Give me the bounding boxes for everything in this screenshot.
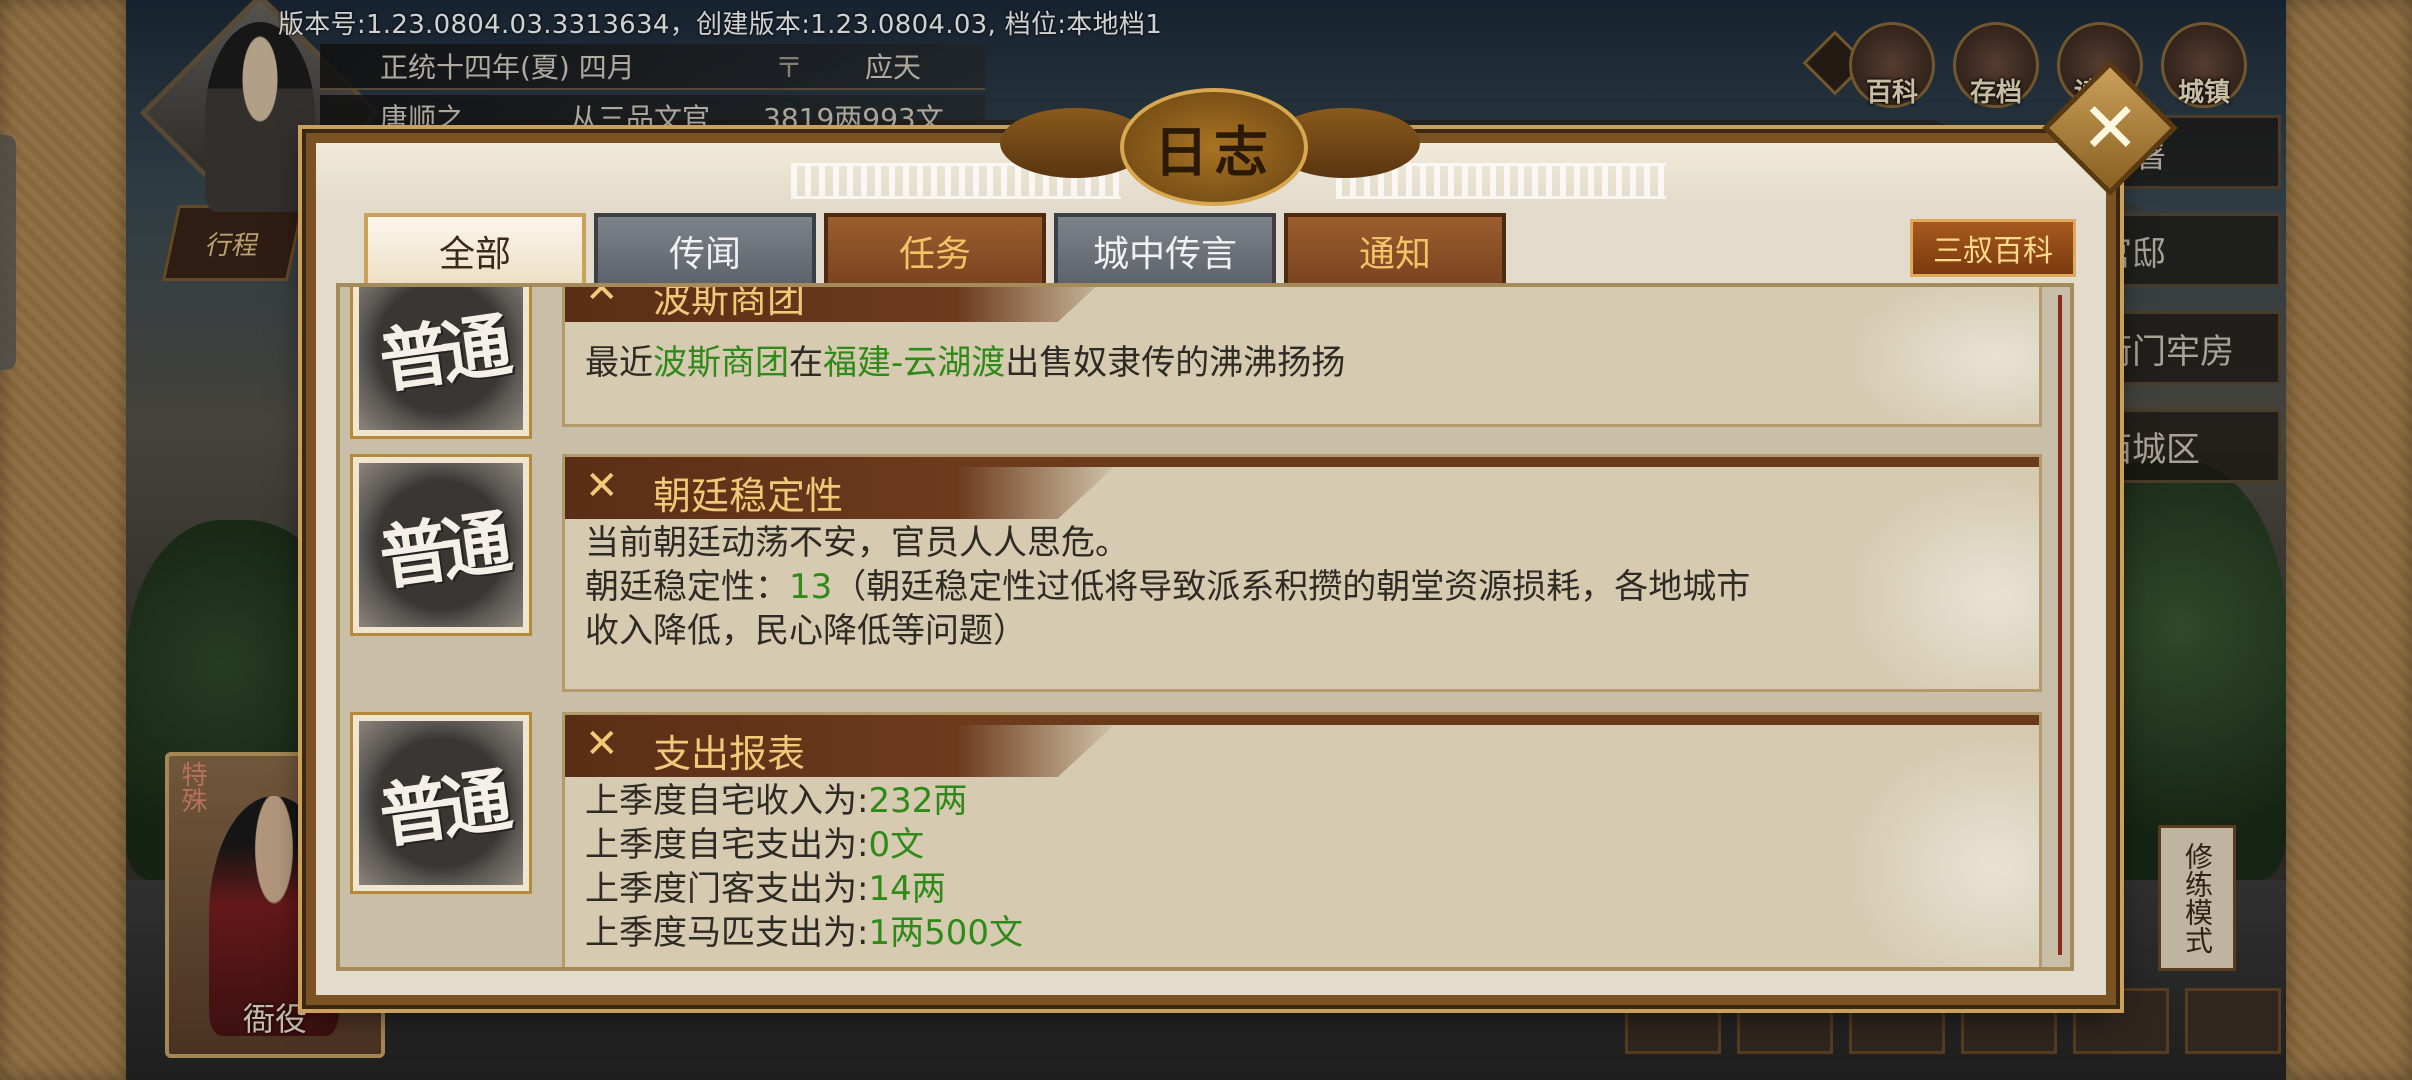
log-title-plaque: 日志 (1000, 88, 1420, 206)
normal-badge: 普通 (350, 712, 532, 894)
scrollbar[interactable] (2058, 295, 2062, 955)
log-dialog: 全部 传闻 任务 城中传言 通知 三叔百科 普通 ✕ 波斯商团 最近波斯商团在福… (306, 133, 2116, 1005)
log-tabs: 全部 传闻 任务 城中传言 通知 (364, 213, 1506, 285)
tab-city-rumors[interactable]: 城中传言 (1054, 213, 1276, 285)
ink-brush-icon: 普通 (359, 721, 523, 885)
crossed-swords-icon: ✕ (585, 463, 619, 509)
card-header-ribbon (565, 715, 1125, 777)
entry-body: 当前朝廷动荡不安，官员人人思危。 朝廷稳定性：13（朝廷稳定性过低将导致派系积攒… (585, 521, 1750, 653)
card-header-ribbon (565, 457, 1125, 519)
tab-all[interactable]: 全部 (364, 213, 586, 285)
entry-line: 最近波斯商团在福建-云湖渡出售奴隶传的沸沸扬扬 (585, 343, 1346, 383)
entry-line: 朝廷稳定性：13（朝廷稳定性过低将导致派系积攒的朝堂资源损耗，各地城市 (585, 567, 1751, 607)
log-entry-card: ✕ 朝廷稳定性 当前朝廷动荡不安，官员人人思危。 朝廷稳定性：13（朝廷稳定性过… (562, 454, 2042, 692)
entry-title: 波斯商团 (653, 283, 806, 321)
ink-brush-icon: 普通 (359, 287, 523, 430)
ink-brush-icon: 普通 (359, 463, 523, 627)
uncle-encyclopedia-button[interactable]: 三叔百科 (1910, 219, 2076, 277)
entry-body: 上季度自宅收入为:232两 上季度自宅支出为:0文 上季度门客支出为:14两 上… (585, 779, 1023, 955)
log-title: 日志 (1154, 119, 1274, 184)
tab-notices[interactable]: 通知 (1284, 213, 1506, 285)
normal-badge: 普通 (350, 454, 532, 636)
tab-quests[interactable]: 任务 (824, 213, 1046, 285)
entry-line: 收入降低，民心降低等问题） (585, 611, 1027, 651)
crossed-swords-icon: ✕ (585, 721, 619, 767)
card-header-ribbon (565, 287, 1125, 322)
close-icon: ✕ (2080, 87, 2140, 169)
log-entry-card: ✕ 波斯商团 最近波斯商团在福建-云湖渡出售奴隶传的沸沸扬扬 (562, 283, 2042, 427)
plaque-center: 日志 (1120, 88, 1308, 206)
normal-badge: 普通 (350, 287, 532, 439)
tab-rumors[interactable]: 传闻 (594, 213, 816, 285)
entry-title: 朝廷稳定性 (653, 474, 844, 518)
log-entry-card: ✕ 支出报表 上季度自宅收入为:232两 上季度自宅支出为:0文 上季度门客支出… (562, 712, 2042, 967)
crossed-swords-icon: ✕ (585, 283, 619, 312)
entry-body: 最近波斯商团在福建-云湖渡出售奴隶传的沸沸扬扬 (585, 341, 1345, 385)
entry-line: 上季度自宅支出为:0文 (585, 825, 925, 865)
entry-title: 支出报表 (653, 732, 806, 776)
log-list[interactable]: 普通 ✕ 波斯商团 最近波斯商团在福建-云湖渡出售奴隶传的沸沸扬扬 普通 ✕ 朝… (336, 283, 2074, 971)
entry-line: 上季度门客支出为:14两 (585, 869, 946, 909)
entry-line: 上季度马匹支出为:1两500文 (585, 913, 1023, 953)
entry-line: 上季度自宅收入为:232两 (585, 781, 968, 821)
entry-line: 当前朝廷动荡不安，官员人人思危。 (585, 523, 1129, 563)
